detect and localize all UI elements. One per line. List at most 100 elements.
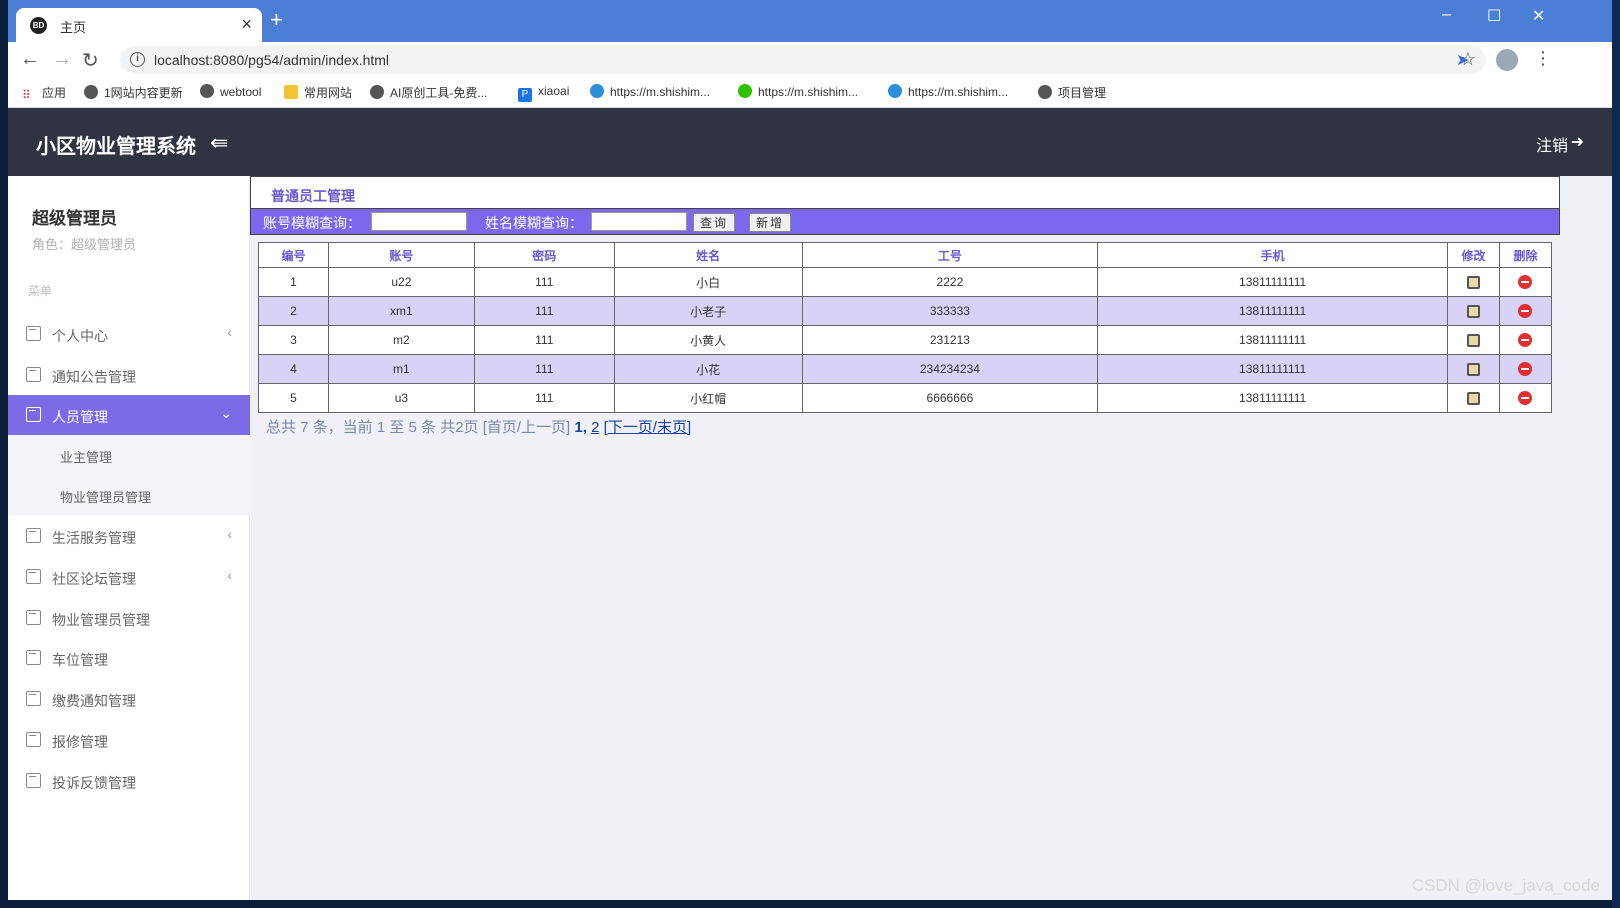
sidebar-item-life-service[interactable]: 生活服务管理 ‹ [8,516,250,556]
col-header-job-number: 工号 [801,242,1099,268]
name-search-input[interactable] [591,212,687,231]
logout-icon[interactable]: ➜ [1571,132,1584,152]
tab-close-icon[interactable]: × [241,14,252,35]
app-title: 小区物业管理系统 [36,136,196,158]
delete-icon[interactable] [1518,362,1533,377]
info-icon[interactable]: i [130,52,145,67]
col-header-id: 编号 [258,242,329,268]
edit-icon[interactable] [1466,305,1480,319]
reload-icon[interactable]: ↻ [82,48,99,73]
col-header-phone: 手机 [1097,242,1449,268]
sidebar-item-forum[interactable]: 社区论坛管理 ‹ [8,557,250,597]
sidebar-item-parking[interactable]: 车位管理 [8,638,250,678]
url-text: localhost:8080/pg54/admin/index.html [154,52,390,68]
window-icon [26,650,41,665]
address-bar[interactable]: i localhost:8080/pg54/admin/index.html ☆ [120,46,1486,74]
globe-icon [370,85,384,99]
delete-icon[interactable] [1518,304,1533,319]
cell-password: 111 [473,354,615,384]
cell-delete [1498,354,1553,384]
new-tab-icon[interactable]: + [270,9,283,31]
bookmark-item[interactable]: https://m.shishim... [888,84,1008,99]
col-header-name: 姓名 [613,242,803,268]
cell-id: 3 [258,325,329,355]
bookmark-item[interactable]: webtool [200,84,261,99]
window-icon [26,610,41,625]
sidebar-item-property-admin[interactable]: 物业管理员管理 [8,598,250,638]
cell-account: m1 [327,354,475,384]
cell-password: 111 [473,267,615,297]
account-search-input[interactable] [371,212,467,231]
add-button[interactable]: 新增 [749,213,792,232]
sidebar-item-personnel[interactable]: 人员管理 ⌄ [8,395,250,435]
minimize-icon[interactable]: – [1442,6,1451,24]
query-button[interactable]: 查询 [693,213,736,232]
window-icon [26,569,41,584]
browser-menu-icon[interactable]: ⋮ [1534,48,1552,69]
submenu-item-owner[interactable]: 业主管理 [60,447,112,466]
bookmark-item[interactable]: 1网站内容更新 [84,84,183,101]
cell-name: 小黄人 [613,325,803,355]
edit-icon[interactable] [1466,363,1480,377]
last-page-link[interactable]: 末页 [657,419,687,436]
bookmark-item[interactable]: AI原创工具-免费... [370,84,487,101]
page-2-link[interactable]: 2 [591,419,599,436]
delete-icon[interactable] [1518,333,1533,348]
sidebar-item-payment-notice[interactable]: 缴费通知管理 [8,679,250,719]
cell-phone: 13811111111 [1097,296,1449,326]
delete-icon[interactable] [1518,275,1533,290]
next-last-close: ] [686,419,692,436]
bookmark-item[interactable]: 项目管理 [1038,84,1106,101]
profile-avatar[interactable] [1496,49,1518,71]
panel-header: 普通员工管理 [250,176,1560,208]
cell-name: 小红帽 [613,383,803,413]
table-row: 3 m2 111 小黄人 231213 13811111111 [258,325,1553,355]
logout-button[interactable]: 注销 [1536,132,1568,156]
bookmark-folder[interactable]: 常用网站 [284,84,352,101]
cell-delete [1498,267,1553,297]
tab-title: 主页 [60,20,87,35]
chevron-down-icon: ⌄ [220,405,232,421]
maximize-icon[interactable]: ☐ [1487,6,1501,26]
sidebar-item-notice[interactable]: 通知公告管理 [8,355,250,395]
edit-icon[interactable] [1466,276,1480,290]
cell-delete [1498,296,1553,326]
c-icon [590,84,604,98]
cell-name: 小白 [613,267,803,297]
cell-id: 2 [258,296,329,326]
window-close-icon[interactable]: ✕ [1532,6,1545,26]
extension-icon[interactable]: ➤ [1456,50,1469,70]
browser-tab[interactable]: BD 主页 × [16,8,262,42]
edit-icon[interactable] [1466,334,1480,348]
next-page-link[interactable]: 下一页 [608,419,653,436]
delete-icon[interactable] [1518,391,1533,406]
table-row: 5 u3 111 小红帽 6666666 13811111111 [258,383,1553,413]
sidebar-item-personal-center[interactable]: 个人中心 ‹ [8,314,250,354]
cell-edit [1447,267,1500,297]
submenu-item-property-admin[interactable]: 物业管理员管理 [60,487,151,506]
cell-edit [1447,383,1500,413]
back-icon[interactable]: ← [20,48,40,71]
cell-phone: 13811111111 [1097,354,1449,384]
first-prev-link[interactable]: [首页/上一页] [483,419,571,436]
col-header-delete: 删除 [1498,242,1553,268]
bookmark-apps[interactable]: ⠿ 应用 [22,84,66,102]
window-icon [26,367,41,382]
bookmark-item[interactable]: https://m.shishim... [738,84,858,99]
edit-icon[interactable] [1466,392,1480,406]
wechat-icon [738,84,752,98]
menu-collapse-icon[interactable]: ⇚ [210,130,228,156]
name-search-label: 姓名模糊查询： [485,215,583,231]
folder-icon [284,85,298,99]
bookmark-item[interactable]: Pxiaoai [518,84,569,102]
sidebar-item-repair[interactable]: 报修管理 [8,720,250,760]
forward-icon[interactable]: → [52,48,72,71]
sidebar-item-complaint[interactable]: 投诉反馈管理 [8,761,250,801]
window-icon [26,407,41,422]
search-bar: 账号模糊查询： 姓名模糊查询： 查询 新增 [250,208,1560,235]
desktop-edge [1612,0,1620,908]
cell-id: 5 [258,383,329,413]
bookmark-item[interactable]: https://m.shishim... [590,84,710,99]
pagination-summary: 总共 7 条，当前 1 至 5 条 共2页 [266,419,479,436]
chevron-left-icon: ‹ [227,526,232,542]
